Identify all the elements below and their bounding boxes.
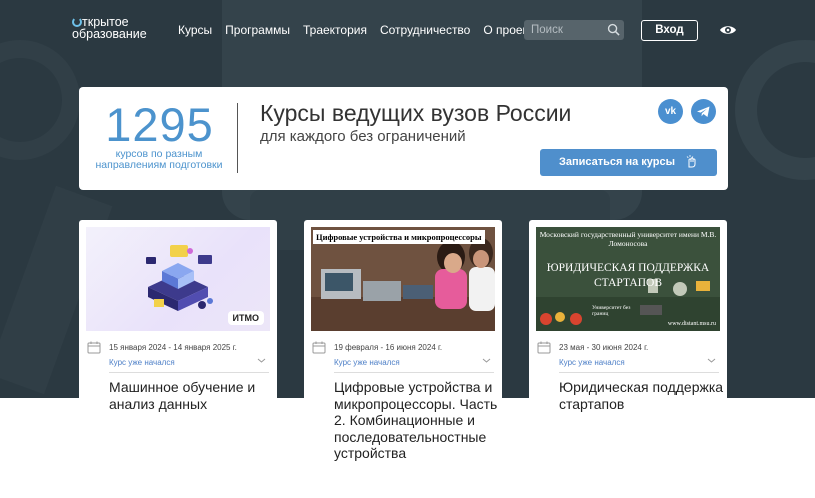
signup-label: Записаться на курсы [558,156,675,168]
vk-icon[interactable]: vk [658,99,683,124]
site-logo[interactable]: ткрытое образование [72,16,147,40]
banner-divider [237,103,238,173]
course-card[interactable]: ИТМО 15 января 2024 - 14 января 2025 г. … [79,220,277,498]
course-title[interactable]: Цифровые устройства и микропроцессоры. Ч… [334,379,499,462]
card-divider [559,372,719,373]
course-status: Курс уже начался [334,358,400,367]
banner-title: Курсы ведущих вузов России [260,100,572,126]
calendar-icon [87,341,101,354]
chevron-down-icon[interactable] [257,357,266,364]
course-count: 1295 [105,98,214,151]
nav-courses[interactable]: Курсы [178,23,212,37]
course-dates: 19 февраля - 16 июня 2024 г. [334,343,443,352]
course-image-title: ЮРИДИЧЕСКАЯ ПОДДЕРЖКА СТАРТАПОВ [546,262,710,289]
nav-trajectory[interactable]: Траектория [303,23,367,37]
course-status: Курс уже начался [109,358,175,367]
main-nav: Курсы Программы Траектория Сотрудничеств… [178,23,540,37]
course-image[interactable]: ИТМО [86,227,270,331]
hero-banner: 1295 курсов по разным направлениям подго… [79,87,728,190]
search-box [524,20,624,40]
login-button[interactable]: Вход [641,20,698,41]
itmo-logo: ИТМО [227,311,264,325]
card-divider [109,372,269,373]
signup-button[interactable]: Записаться на курсы [540,149,717,176]
hero-decor-ring [735,40,815,180]
eye-icon[interactable] [719,23,737,37]
search-icon[interactable] [607,23,620,36]
chevron-down-icon[interactable] [707,357,716,364]
banner-subtitle: для каждого без ограничений [260,128,466,145]
telegram-icon[interactable] [691,99,716,124]
course-image-label: Цифровые устройства и микропроцессоры [313,230,485,244]
nav-cooperation[interactable]: Сотрудничество [380,23,470,37]
course-card[interactable]: Московский государственный университет и… [529,220,727,498]
course-image-badge: Университет без границ [592,305,631,317]
course-image[interactable]: Московский государственный университет и… [536,227,720,331]
course-status: Курс уже начался [559,358,625,367]
course-dates: 23 мая - 30 июня 2024 г. [559,343,649,352]
course-image-url: www.distant.msu.ru [667,321,716,327]
course-image-university: Московский государственный университет и… [539,230,717,248]
logo-ring-icon [72,17,82,27]
course-count-caption: курсов по разным направлениям подготовки [95,148,223,171]
course-title[interactable]: Машинное обучение и анализ данных [109,379,274,412]
course-image[interactable]: Цифровые устройства и микропроцессоры [311,227,495,331]
card-divider [334,372,494,373]
site-header: ткрытое образование Курсы Программы Трае… [0,0,815,60]
nav-programs[interactable]: Программы [225,23,290,37]
chevron-down-icon[interactable] [482,357,491,364]
search-input[interactable] [524,21,604,39]
calendar-icon [537,341,551,354]
pointer-hand-icon [686,155,696,168]
course-card[interactable]: Цифровые устройства и микропроцессоры 19… [304,220,502,498]
course-title[interactable]: Юридическая поддержка стартапов [559,379,724,412]
logo-line2: образование [72,27,147,41]
calendar-icon [312,341,326,354]
course-dates: 15 января 2024 - 14 января 2025 г. [109,343,237,352]
